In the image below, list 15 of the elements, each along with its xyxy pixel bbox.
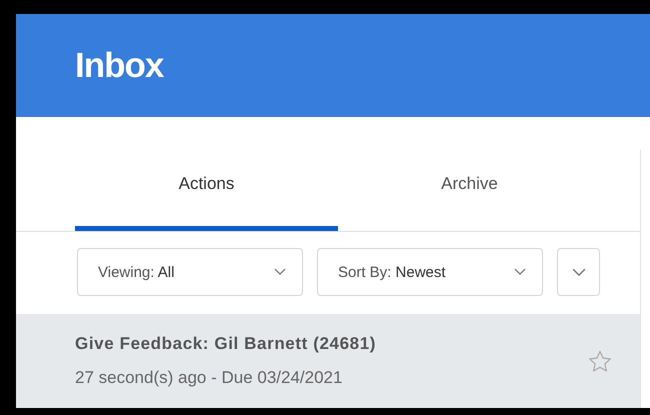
tab[interactable]: Actions bbox=[75, 150, 338, 231]
item-title: Give Feedback: Gil Barnett (24681) bbox=[75, 334, 376, 354]
expand-button[interactable] bbox=[557, 248, 600, 296]
page-title: Inbox bbox=[75, 46, 164, 86]
filter-dropdown[interactable]: Sort By: Newest bbox=[317, 248, 543, 296]
inbox-item[interactable]: Give Feedback: Gil Barnett (24681) 27 second(s) ago - Due 03/24/2021 bbox=[16, 314, 640, 408]
star-icon[interactable] bbox=[588, 350, 612, 372]
dropdown-label: Viewing: All bbox=[98, 264, 174, 280]
tab[interactable]: Archive bbox=[338, 150, 601, 231]
dropdown-label: Sort By: Newest bbox=[338, 264, 446, 280]
filter-dropdown[interactable]: Viewing: All bbox=[77, 248, 303, 296]
chevron-down-icon bbox=[572, 268, 586, 276]
chevron-down-icon bbox=[274, 268, 286, 276]
item-meta: 27 second(s) ago - Due 03/24/2021 bbox=[75, 368, 344, 388]
chevron-down-icon bbox=[514, 268, 526, 276]
